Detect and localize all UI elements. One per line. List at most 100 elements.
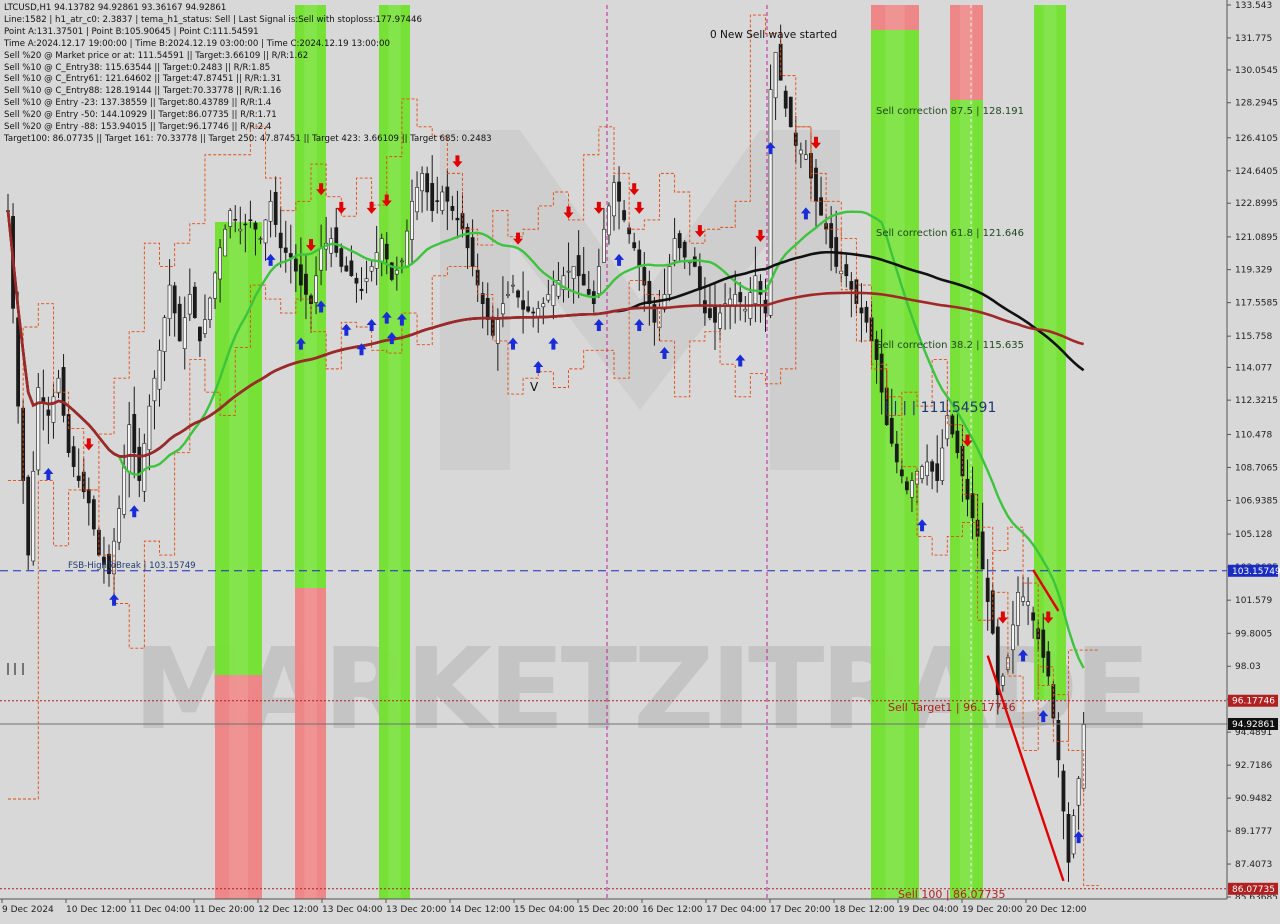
- candle-body: [187, 294, 192, 315]
- candle-body: [930, 461, 935, 472]
- candle-body: [162, 317, 167, 352]
- candle-body: [203, 319, 207, 334]
- candle-body: [667, 266, 672, 295]
- candle-body: [1000, 675, 1005, 686]
- candle-body: [889, 418, 894, 444]
- price-label-text: 94.92861: [1232, 720, 1275, 730]
- price-chart-svg: MARKETZITRADE 133.543 131.775 130.0545 128.2…: [0, 0, 1280, 920]
- signal-band-highlight: [229, 675, 248, 899]
- price-tick-label: 98.03: [1235, 662, 1261, 672]
- candle-body: [581, 273, 586, 286]
- candle-body: [147, 405, 152, 451]
- time-tick-label: 19 Dec 04:00: [898, 905, 959, 915]
- candle-body: [1046, 651, 1051, 677]
- candle-body: [1066, 814, 1071, 863]
- watermark-text: MARKETZITRADE: [133, 625, 1147, 755]
- candle-body: [415, 187, 419, 213]
- candle-body: [904, 481, 909, 491]
- signal-band-highlight: [885, 5, 905, 30]
- candle-body: [329, 238, 334, 254]
- candle-body: [485, 297, 490, 320]
- price-tick-label: 101.579: [1235, 596, 1272, 606]
- candle-body: [117, 508, 122, 543]
- time-tick-label: 17 Dec 20:00: [770, 905, 831, 915]
- candle-body: [526, 306, 531, 312]
- candle-body: [672, 238, 677, 261]
- price-tick-label: 112.3215: [1235, 396, 1278, 406]
- candle-body: [198, 326, 202, 342]
- candle-body: [182, 317, 187, 349]
- candle-body: [1076, 778, 1081, 806]
- candle-body: [758, 281, 763, 295]
- candle-body: [541, 303, 546, 308]
- chart-annotation: Sell Target1 | 96.17746: [888, 701, 1016, 714]
- candle-body: [253, 222, 258, 230]
- chart-area[interactable]: MARKETZITRADE 133.543 131.775 130.0545 128.2…: [0, 0, 1280, 920]
- candle-body: [617, 181, 621, 202]
- time-tick-label: 19 Dec 20:00: [962, 905, 1023, 915]
- candle-body: [369, 266, 374, 272]
- time-tick-label: 15 Dec 04:00: [514, 905, 575, 915]
- candle-body: [26, 476, 31, 556]
- price-tick-label: 119.329: [1235, 266, 1272, 276]
- candle-body: [293, 258, 298, 272]
- candle-body: [910, 480, 914, 498]
- candle-body: [379, 238, 384, 263]
- price-tick-label: 128.2945: [1235, 99, 1278, 109]
- candle-body: [1071, 815, 1076, 855]
- candle-body: [278, 232, 283, 249]
- candle-body: [713, 306, 717, 323]
- chart-annotation: Sell correction 87.5 | 128.191: [876, 106, 1024, 117]
- price-tick-label: 122.8995: [1235, 199, 1278, 209]
- candle-body: [1016, 592, 1020, 626]
- candle-body: [925, 461, 930, 476]
- candle-body: [36, 387, 41, 471]
- candle-body: [607, 205, 611, 236]
- signal-band-highlight: [229, 222, 248, 675]
- candle-body: [405, 230, 409, 268]
- price-tick-label: 106.9385: [1235, 496, 1278, 506]
- candle-body: [1021, 596, 1025, 602]
- candle-body: [601, 228, 606, 263]
- candle-body: [238, 228, 243, 232]
- candle-body: [349, 260, 354, 277]
- price-label-text: 103.15749: [1232, 567, 1280, 577]
- candle-body: [551, 284, 556, 306]
- candle-body: [632, 242, 637, 249]
- candle-body: [304, 273, 308, 295]
- candle-body: [425, 173, 430, 193]
- candle-body: [773, 52, 778, 99]
- price-tick-label: 105.128: [1235, 530, 1272, 540]
- chart-annotation: FSB-HighToBreak | 103.15749: [68, 561, 196, 571]
- candle-body: [920, 466, 924, 479]
- candle-body: [955, 430, 960, 453]
- candle-body: [132, 413, 137, 453]
- time-tick-label: 9 Dec 2024: [2, 905, 54, 915]
- price-tick-label: 117.5585: [1235, 299, 1278, 309]
- time-tick-label: 20 Dec 12:00: [1026, 905, 1087, 915]
- time-tick-label: 17 Dec 04:00: [706, 905, 767, 915]
- candle-body: [142, 443, 147, 492]
- candle-body: [223, 228, 228, 257]
- candle-body: [364, 278, 369, 282]
- candle-body: [480, 293, 485, 305]
- candle-body: [334, 227, 339, 253]
- candle-body: [859, 307, 864, 314]
- candle-body: [66, 414, 71, 453]
- candle-body: [531, 311, 536, 314]
- chart-background: [0, 0, 1280, 920]
- candle-body: [56, 377, 61, 394]
- candle-body: [849, 281, 854, 291]
- candle-body: [899, 469, 904, 477]
- candle-body: [273, 191, 278, 225]
- candle-body: [1056, 719, 1061, 761]
- candle-body: [1031, 612, 1036, 621]
- candle-body: [283, 247, 288, 253]
- candle-body: [965, 478, 970, 500]
- price-tick-label: 92.7186: [1235, 761, 1272, 771]
- price-tick-label: 87.4073: [1235, 860, 1272, 870]
- signal-band-highlight: [388, 5, 401, 899]
- price-tick-label: 110.478: [1235, 430, 1272, 440]
- signal-band-highlight: [304, 588, 317, 899]
- chart-annotation: V: [530, 380, 539, 394]
